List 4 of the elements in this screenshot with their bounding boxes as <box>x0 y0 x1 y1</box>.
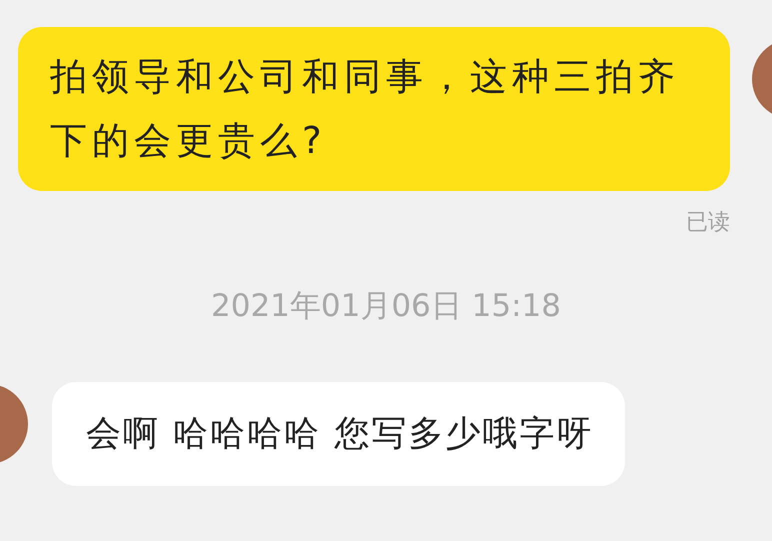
message-bubble: 拍领导和公司和同事，这种三拍齐下的会更贵么? <box>18 27 730 191</box>
message-bubble: 会啊 哈哈哈哈 您写多少哦字呀 <box>52 382 626 486</box>
timestamp: 2021年01月06日 15:18 <box>211 287 561 326</box>
read-receipt: 已读 <box>686 209 730 237</box>
